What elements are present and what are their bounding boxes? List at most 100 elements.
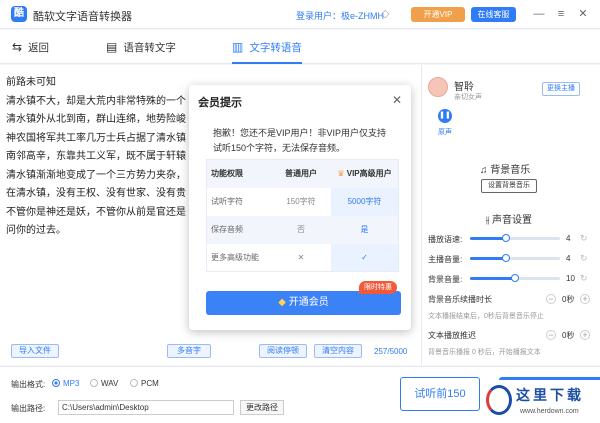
modal-message: 试听150个字符，无法保存音频。: [213, 143, 346, 153]
close-icon[interactable]: ✕: [392, 93, 402, 107]
format-label: 输出格式:: [11, 380, 46, 389]
header-cell: 普通用户: [285, 169, 317, 178]
output-path-field[interactable]: C:\Users\admin\Desktop: [58, 400, 234, 415]
bg-volume-knob[interactable]: [511, 274, 519, 282]
menu-icon[interactable]: ≡: [554, 7, 568, 21]
table-cell: 5000字符: [347, 197, 382, 206]
volume-value: 4: [566, 254, 571, 263]
volume-label: 主播音量:: [428, 255, 463, 264]
format-wav-label: WAV: [101, 379, 119, 388]
vip-modal: 会员提示 ✕ 抱歉！您还不是VIP用户！非VIP用户仅支持 试听150个字符，无…: [189, 85, 411, 330]
feature-table: 功能权限 普通用户 ♛ VIP高级用户 试听字符 150字符 5000字符 保存…: [206, 159, 399, 272]
tab-speech-to-text[interactable]: ▤ 语音转文字: [106, 30, 176, 64]
reset-icon[interactable]: ↻: [580, 273, 588, 284]
open-membership-button[interactable]: ◆ 开通会员: [206, 291, 401, 315]
back-label: 返回: [28, 42, 50, 54]
text-delay-label: 文本播放推迟: [428, 331, 476, 340]
clear-content-button[interactable]: 清空内容: [314, 344, 362, 358]
speed-value: 4: [566, 234, 571, 243]
text-file-icon: ▥: [232, 40, 244, 54]
sound-settings-text: 声音设置: [492, 215, 533, 226]
try-listen-button[interactable]: 试听前150: [400, 377, 480, 411]
settings-panel: 智聆 亲切女声 更换主播 ❚❚ 原声 ♫ 背景音乐 设置背景音乐 ⫲ 声音设置 …: [421, 65, 600, 365]
text-delay-hint: 背景音乐播报 0 秒后，开始播报文本: [428, 349, 541, 356]
table-cell: 否: [297, 225, 305, 234]
table-header: 功能权限 普通用户 ♛ VIP高级用户: [207, 160, 398, 188]
open-membership-label: 开通会员: [288, 297, 329, 308]
watermark-logo: 这里下载 www.herdown.com: [482, 380, 600, 423]
reading-pause-button[interactable]: 阅读停顿: [259, 344, 307, 358]
watermark-emblem-icon: [486, 385, 512, 415]
reset-icon[interactable]: ↻: [580, 253, 588, 264]
speed-slider[interactable]: [470, 234, 560, 242]
format-pcm-radio[interactable]: PCM: [130, 379, 159, 388]
voice-description: 亲切女声: [454, 94, 482, 101]
app-logo-icon: 酷: [11, 6, 27, 22]
bgm-title: ♫ 背景音乐: [480, 161, 530, 176]
path-label: 输出路径:: [11, 404, 46, 413]
radio-icon: [130, 379, 138, 387]
vip-label: 开通VIP: [423, 10, 453, 19]
set-bgm-button[interactable]: 设置背景音乐: [481, 179, 537, 193]
back-button[interactable]: ⇆ 返回: [12, 30, 49, 64]
volume-knob[interactable]: [502, 254, 510, 262]
format-pcm-label: PCM: [141, 379, 159, 388]
bg-volume-slider[interactable]: [470, 274, 560, 282]
table-cell: 保存音频: [211, 225, 243, 234]
volume-fill: [470, 257, 506, 260]
speed-knob[interactable]: [502, 234, 510, 242]
table-row: 试听字符 150字符 5000字符: [207, 188, 398, 216]
crown-icon: ♛: [337, 169, 347, 178]
change-voice-button[interactable]: 更换主播: [542, 82, 580, 96]
text-delay-value: 0秒: [562, 331, 575, 340]
nav-bar: ⇆ 返回 ▤ 语音转文字 ▥ 文字转语音: [0, 30, 600, 64]
diamond-icon: ◆: [278, 297, 289, 308]
watermark-text: 这里下载: [516, 388, 584, 404]
back-arrow-icon: ⇆: [12, 40, 23, 54]
vip-header-text: VIP高级用户: [346, 169, 392, 178]
table-cell: ✕: [297, 253, 305, 262]
bg-volume-value: 10: [566, 274, 575, 283]
char-count: 257/5000: [374, 347, 408, 356]
volume-slider[interactable]: [470, 254, 560, 262]
title-bar: 酷 酷软文字语音转换器 登录用户：极e-ZHMH ◇ 开通VIP 在线客服 — …: [0, 0, 600, 29]
close-icon[interactable]: ✕: [576, 7, 590, 21]
voice-name: 智聆: [454, 82, 474, 93]
plus-icon[interactable]: +: [580, 294, 590, 304]
online-service-button[interactable]: 在线客服: [471, 7, 516, 22]
limited-offer-badge: 限时特惠: [359, 281, 397, 294]
minimize-icon[interactable]: —: [532, 7, 546, 21]
format-mp3-radio[interactable]: MP3: [52, 379, 79, 388]
diamond-icon: ◇: [381, 8, 390, 20]
multitone-button[interactable]: 多音字: [167, 344, 211, 358]
format-wav-radio[interactable]: WAV: [90, 379, 118, 388]
original-voice-label: 原声: [438, 129, 452, 136]
bgm-title-text: 背景音乐: [490, 165, 531, 176]
music-note-icon: ♫: [480, 165, 491, 176]
table-cell: ✓: [361, 253, 368, 262]
header-cell: ♛ VIP高级用户: [331, 160, 398, 188]
logged-in-user[interactable]: 登录用户：极e-ZHMH: [296, 9, 384, 22]
table-cell: 试听字符: [211, 197, 243, 206]
radio-checked-icon: [52, 379, 60, 387]
table-cell: 更多高级功能: [211, 253, 259, 262]
speed-fill: [470, 237, 506, 240]
speed-label: 播放语速:: [428, 235, 463, 244]
pause-icon[interactable]: ❚❚: [438, 109, 452, 123]
header-cell: 功能权限: [211, 169, 243, 178]
bg-delay-value: 0秒: [562, 295, 575, 304]
reset-icon[interactable]: ↻: [580, 233, 588, 244]
minus-icon[interactable]: −: [546, 330, 556, 340]
minus-icon[interactable]: −: [546, 294, 556, 304]
change-path-button[interactable]: 更改路径: [240, 400, 284, 415]
watermark-url: www.herdown.com: [520, 408, 579, 415]
import-file-button[interactable]: 导入文件: [11, 344, 59, 358]
table-row: 保存音频 否 是: [207, 216, 398, 244]
tab-tts-label: 文字转语音: [249, 42, 302, 54]
tab-text-to-speech[interactable]: ▥ 文字转语音: [232, 30, 302, 64]
plus-icon[interactable]: +: [580, 330, 590, 340]
bg-volume-label: 背景音量:: [428, 275, 463, 284]
bg-delay-hint: 文本播报结束后，0秒后背景音乐停止: [428, 313, 544, 320]
radio-icon: [90, 379, 98, 387]
open-vip-button[interactable]: 开通VIP: [411, 7, 465, 22]
